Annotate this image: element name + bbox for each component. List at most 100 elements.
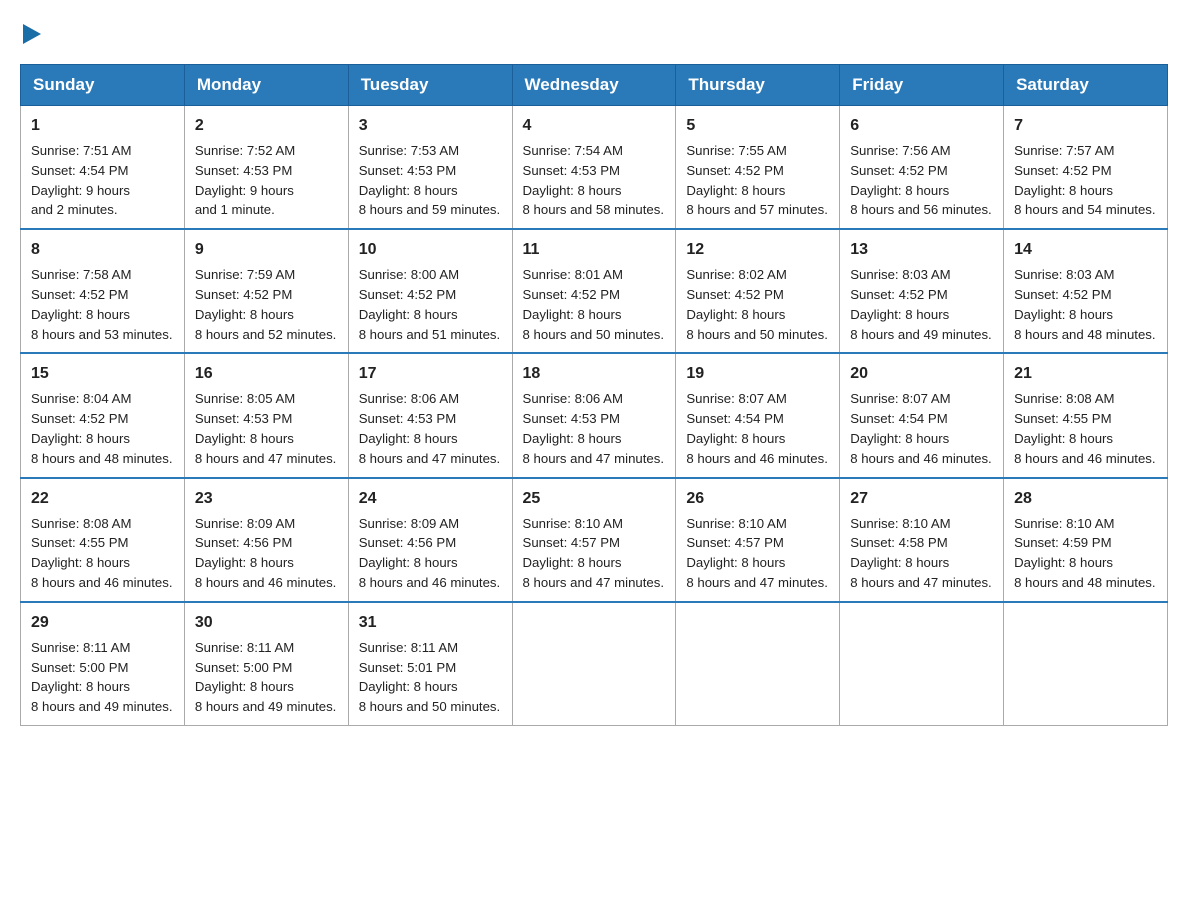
calendar-cell: 26 Sunrise: 8:10 AMSunset: 4:57 PMDayligh… xyxy=(676,478,840,602)
calendar-cell: 13 Sunrise: 8:03 AMSunset: 4:52 PMDayligh… xyxy=(840,229,1004,353)
day-info: Sunrise: 8:11 AMSunset: 5:00 PMDaylight:… xyxy=(31,638,174,717)
day-info: Sunrise: 8:10 AMSunset: 4:57 PMDaylight:… xyxy=(686,514,829,593)
day-number: 19 xyxy=(686,362,829,386)
day-info: Sunrise: 8:02 AMSunset: 4:52 PMDaylight:… xyxy=(686,265,829,344)
header-day-saturday: Saturday xyxy=(1004,65,1168,106)
day-info: Sunrise: 7:59 AMSunset: 4:52 PMDaylight:… xyxy=(195,265,338,344)
day-number: 3 xyxy=(359,114,502,138)
day-number: 26 xyxy=(686,487,829,511)
day-number: 20 xyxy=(850,362,993,386)
day-number: 7 xyxy=(1014,114,1157,138)
day-number: 23 xyxy=(195,487,338,511)
page-header xyxy=(20,20,1168,48)
week-row-1: 1Sunrise: 7:51 AMSunset: 4:54 PMDaylight… xyxy=(21,106,1168,230)
day-info: Sunrise: 7:58 AMSunset: 4:52 PMDaylight:… xyxy=(31,265,174,344)
day-number: 9 xyxy=(195,238,338,262)
calendar-cell: 4Sunrise: 7:54 AMSunset: 4:53 PMDaylight… xyxy=(512,106,676,230)
calendar-cell: 5 Sunrise: 7:55 AMSunset: 4:52 PMDaylight… xyxy=(676,106,840,230)
calendar-cell xyxy=(840,602,1004,726)
calendar-cell: 9 Sunrise: 7:59 AMSunset: 4:52 PMDaylight… xyxy=(184,229,348,353)
week-row-5: 29 Sunrise: 8:11 AMSunset: 5:00 PMDayligh… xyxy=(21,602,1168,726)
calendar-table: SundayMondayTuesdayWednesdayThursdayFrid… xyxy=(20,64,1168,726)
day-info: Sunrise: 8:06 AMSunset: 4:53 PMDaylight:… xyxy=(359,389,502,468)
week-row-3: 15 Sunrise: 8:04 AMSunset: 4:52 PMDayligh… xyxy=(21,353,1168,477)
logo xyxy=(20,20,43,48)
day-number: 28 xyxy=(1014,487,1157,511)
day-number: 13 xyxy=(850,238,993,262)
calendar-cell: 23 Sunrise: 8:09 AMSunset: 4:56 PMDayligh… xyxy=(184,478,348,602)
day-number: 24 xyxy=(359,487,502,511)
calendar-cell: 6 Sunrise: 7:56 AMSunset: 4:52 PMDaylight… xyxy=(840,106,1004,230)
calendar-cell xyxy=(512,602,676,726)
day-info: Sunrise: 8:06 AMSunset: 4:53 PMDaylight:… xyxy=(523,389,666,468)
day-number: 5 xyxy=(686,114,829,138)
calendar-cell: 10Sunrise: 8:00 AMSunset: 4:52 PMDayligh… xyxy=(348,229,512,353)
day-number: 15 xyxy=(31,362,174,386)
calendar-cell: 21 Sunrise: 8:08 AMSunset: 4:55 PMDayligh… xyxy=(1004,353,1168,477)
day-info: Sunrise: 8:03 AMSunset: 4:52 PMDaylight:… xyxy=(1014,265,1157,344)
calendar-cell: 17 Sunrise: 8:06 AMSunset: 4:53 PMDayligh… xyxy=(348,353,512,477)
day-info: Sunrise: 8:11 AMSunset: 5:00 PMDaylight:… xyxy=(195,638,338,717)
calendar-cell: 28 Sunrise: 8:10 AMSunset: 4:59 PMDayligh… xyxy=(1004,478,1168,602)
day-info: Sunrise: 8:10 AMSunset: 4:59 PMDaylight:… xyxy=(1014,514,1157,593)
calendar-cell: 2 Sunrise: 7:52 AMSunset: 4:53 PMDaylight… xyxy=(184,106,348,230)
day-number: 29 xyxy=(31,611,174,635)
day-info: Sunrise: 8:00 AMSunset: 4:52 PMDaylight:… xyxy=(359,265,502,344)
calendar-cell: 19Sunrise: 8:07 AMSunset: 4:54 PMDayligh… xyxy=(676,353,840,477)
day-info: Sunrise: 7:53 AMSunset: 4:53 PMDaylight:… xyxy=(359,141,502,220)
header-row: SundayMondayTuesdayWednesdayThursdayFrid… xyxy=(21,65,1168,106)
day-number: 31 xyxy=(359,611,502,635)
calendar-cell: 7 Sunrise: 7:57 AMSunset: 4:52 PMDaylight… xyxy=(1004,106,1168,230)
header-day-thursday: Thursday xyxy=(676,65,840,106)
calendar-cell: 3 Sunrise: 7:53 AMSunset: 4:53 PMDaylight… xyxy=(348,106,512,230)
day-number: 22 xyxy=(31,487,174,511)
day-number: 30 xyxy=(195,611,338,635)
day-info: Sunrise: 8:10 AMSunset: 4:58 PMDaylight:… xyxy=(850,514,993,593)
day-number: 17 xyxy=(359,362,502,386)
calendar-cell: 1Sunrise: 7:51 AMSunset: 4:54 PMDaylight… xyxy=(21,106,185,230)
day-info: Sunrise: 8:03 AMSunset: 4:52 PMDaylight:… xyxy=(850,265,993,344)
calendar-cell xyxy=(1004,602,1168,726)
week-row-2: 8 Sunrise: 7:58 AMSunset: 4:52 PMDaylight… xyxy=(21,229,1168,353)
day-info: Sunrise: 8:04 AMSunset: 4:52 PMDaylight:… xyxy=(31,389,174,468)
day-info: Sunrise: 7:55 AMSunset: 4:52 PMDaylight:… xyxy=(686,141,829,220)
day-number: 27 xyxy=(850,487,993,511)
calendar-cell: 31 Sunrise: 8:11 AMSunset: 5:01 PMDayligh… xyxy=(348,602,512,726)
calendar-cell: 18 Sunrise: 8:06 AMSunset: 4:53 PMDayligh… xyxy=(512,353,676,477)
day-info: Sunrise: 7:57 AMSunset: 4:52 PMDaylight:… xyxy=(1014,141,1157,220)
calendar-cell: 14 Sunrise: 8:03 AMSunset: 4:52 PMDayligh… xyxy=(1004,229,1168,353)
calendar-cell: 27 Sunrise: 8:10 AMSunset: 4:58 PMDayligh… xyxy=(840,478,1004,602)
header-day-monday: Monday xyxy=(184,65,348,106)
day-info: Sunrise: 8:08 AMSunset: 4:55 PMDaylight:… xyxy=(31,514,174,593)
day-info: Sunrise: 8:05 AMSunset: 4:53 PMDaylight:… xyxy=(195,389,338,468)
week-row-4: 22 Sunrise: 8:08 AMSunset: 4:55 PMDayligh… xyxy=(21,478,1168,602)
day-info: Sunrise: 8:07 AMSunset: 4:54 PMDaylight:… xyxy=(850,389,993,468)
calendar-cell: 11Sunrise: 8:01 AMSunset: 4:52 PMDayligh… xyxy=(512,229,676,353)
day-info: Sunrise: 8:09 AMSunset: 4:56 PMDaylight:… xyxy=(195,514,338,593)
day-info: Sunrise: 8:08 AMSunset: 4:55 PMDaylight:… xyxy=(1014,389,1157,468)
header-day-wednesday: Wednesday xyxy=(512,65,676,106)
calendar-cell: 20 Sunrise: 8:07 AMSunset: 4:54 PMDayligh… xyxy=(840,353,1004,477)
calendar-cell: 30 Sunrise: 8:11 AMSunset: 5:00 PMDayligh… xyxy=(184,602,348,726)
day-number: 14 xyxy=(1014,238,1157,262)
calendar-cell: 25Sunrise: 8:10 AMSunset: 4:57 PMDayligh… xyxy=(512,478,676,602)
logo-arrow-icon xyxy=(23,20,43,48)
day-number: 8 xyxy=(31,238,174,262)
day-info: Sunrise: 7:54 AMSunset: 4:53 PMDaylight:… xyxy=(523,141,666,220)
day-info: Sunrise: 8:11 AMSunset: 5:01 PMDaylight:… xyxy=(359,638,502,717)
calendar-cell xyxy=(676,602,840,726)
day-number: 21 xyxy=(1014,362,1157,386)
day-number: 6 xyxy=(850,114,993,138)
day-number: 25 xyxy=(523,487,666,511)
day-number: 18 xyxy=(523,362,666,386)
day-info: Sunrise: 7:52 AMSunset: 4:53 PMDaylight:… xyxy=(195,141,338,220)
day-number: 2 xyxy=(195,114,338,138)
day-info: Sunrise: 7:56 AMSunset: 4:52 PMDaylight:… xyxy=(850,141,993,220)
day-number: 11 xyxy=(523,238,666,262)
header-day-friday: Friday xyxy=(840,65,1004,106)
calendar-cell: 22 Sunrise: 8:08 AMSunset: 4:55 PMDayligh… xyxy=(21,478,185,602)
calendar-cell: 8 Sunrise: 7:58 AMSunset: 4:52 PMDaylight… xyxy=(21,229,185,353)
day-number: 12 xyxy=(686,238,829,262)
header-day-sunday: Sunday xyxy=(21,65,185,106)
calendar-cell: 15 Sunrise: 8:04 AMSunset: 4:52 PMDayligh… xyxy=(21,353,185,477)
